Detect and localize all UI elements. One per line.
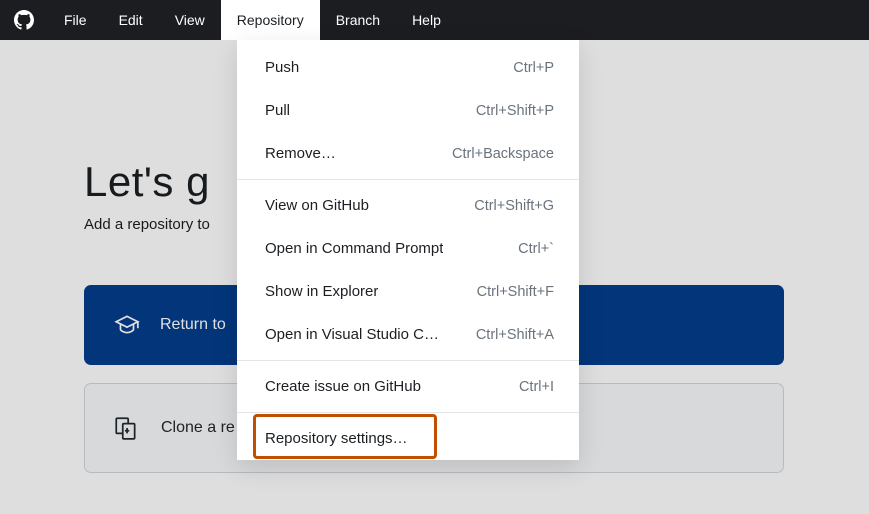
shortcut-text: Ctrl+Shift+A (476, 327, 554, 343)
menu-view[interactable]: View (159, 0, 221, 40)
shortcut-text: Ctrl+Shift+G (474, 198, 554, 214)
dropdown-item-open-visual-studio[interactable]: Open in Visual Studio C… Ctrl+Shift+A (237, 313, 579, 356)
menubar: File Edit View Repository Branch Help (0, 0, 869, 40)
shortcut-text: Ctrl+P (513, 60, 554, 76)
menu-repository[interactable]: Repository (221, 0, 320, 40)
separator (237, 179, 579, 180)
dropdown-item-create-issue[interactable]: Create issue on GitHub Ctrl+I (237, 365, 579, 408)
dropdown-item-open-command-prompt[interactable]: Open in Command Prompt Ctrl+` (237, 227, 579, 270)
repository-dropdown: Push Ctrl+P Pull Ctrl+Shift+P Remove… Ct… (237, 40, 579, 460)
menu-branch[interactable]: Branch (320, 0, 396, 40)
menu-file[interactable]: File (48, 0, 103, 40)
separator (237, 412, 579, 413)
dropdown-item-repository-settings[interactable]: Repository settings… (237, 417, 579, 460)
shortcut-text: Ctrl+Shift+P (476, 103, 554, 119)
github-logo-icon (14, 10, 34, 30)
shortcut-text: Ctrl+I (519, 379, 554, 395)
shortcut-text: Ctrl+Backspace (452, 146, 554, 162)
shortcut-text: Ctrl+` (518, 241, 554, 257)
menu-edit[interactable]: Edit (103, 0, 159, 40)
separator (237, 360, 579, 361)
dropdown-item-push[interactable]: Push Ctrl+P (237, 46, 579, 89)
menu-help[interactable]: Help (396, 0, 457, 40)
dropdown-item-pull[interactable]: Pull Ctrl+Shift+P (237, 89, 579, 132)
dropdown-item-remove[interactable]: Remove… Ctrl+Backspace (237, 132, 579, 175)
dropdown-item-view-on-github[interactable]: View on GitHub Ctrl+Shift+G (237, 184, 579, 227)
dropdown-item-show-in-explorer[interactable]: Show in Explorer Ctrl+Shift+F (237, 270, 579, 313)
shortcut-text: Ctrl+Shift+F (477, 284, 554, 300)
